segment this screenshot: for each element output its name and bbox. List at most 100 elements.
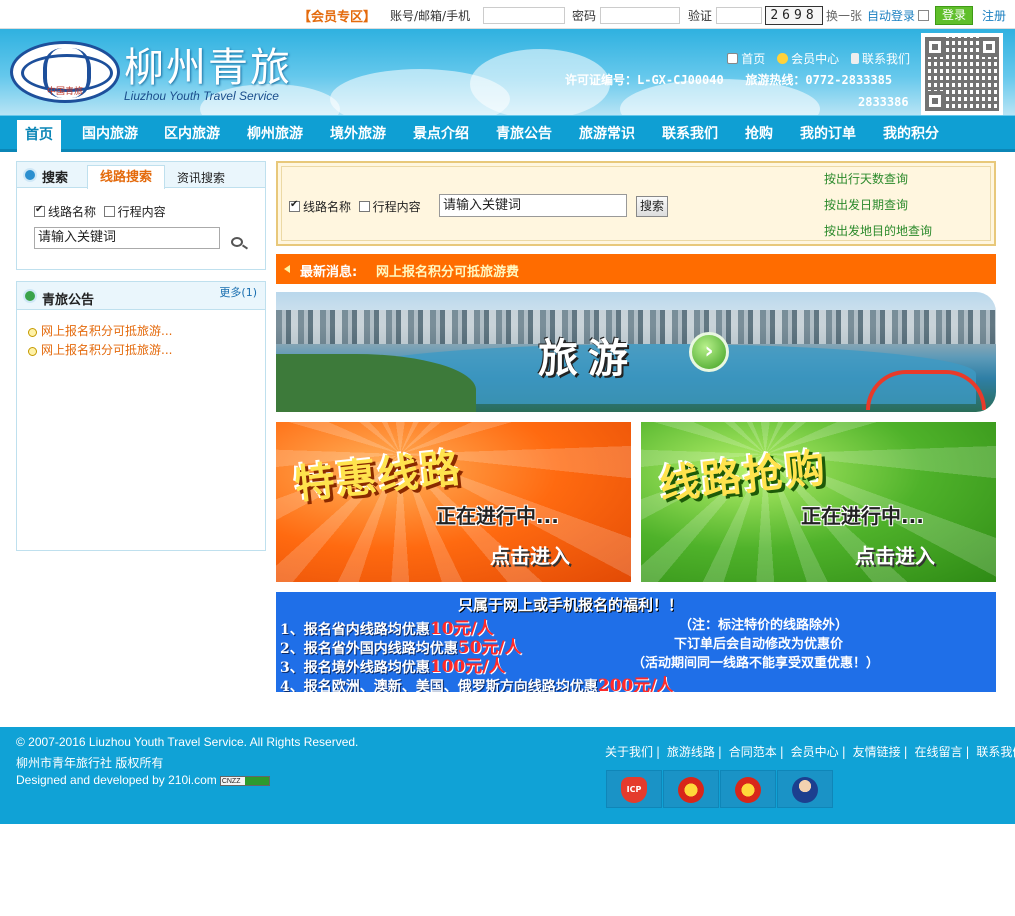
sidebar-search-header: 搜索 线路搜索 资讯搜索 <box>17 162 265 189</box>
offer-line: 4、报名欧洲、澳新、美国、俄罗斯方向线路均优惠200元/人 <box>280 676 674 692</box>
nav-item-flash-sale[interactable]: 抢购 <box>745 116 773 150</box>
icp-shield-icon: ICP <box>621 777 647 803</box>
offer-note: （注：标注特价的线路除外） <box>679 618 849 633</box>
logo-tag: 中国青旅 <box>47 87 84 97</box>
site-header: 中国青旅 柳州青旅 Liuzhou Youth Travel Service 首… <box>0 29 1015 115</box>
query-by-date-link[interactable]: 按出发日期查询 <box>824 196 908 213</box>
main-search-options: 线路名称 行程内容 <box>289 198 421 215</box>
header-link-contact[interactable]: 联系我们 <box>850 52 910 66</box>
cnzz-badge-icon[interactable]: CNZZ <box>219 776 270 786</box>
promo-status: 正在进行中... <box>436 504 559 528</box>
refresh-captcha-link[interactable]: 换一张 <box>826 7 862 24</box>
captcha-input[interactable] <box>716 7 762 24</box>
phone-icon <box>850 53 859 64</box>
tab-route-search[interactable]: 线路搜索 <box>87 165 165 189</box>
promo-flash-sale[interactable]: 线路抢购 正在进行中... 点击进入 <box>641 422 996 582</box>
nav-item-home[interactable]: 首页 <box>17 120 61 154</box>
offer-note: 下订单后会自动修改为优惠价 <box>674 637 844 652</box>
footer-links: 关于我们| 旅游线路| 合同范本| 会员中心| 友情链接| 在线留言| 联系我们 <box>605 743 1015 760</box>
main-route-name-label: 线路名称 <box>303 200 352 214</box>
main-search-input[interactable]: 请输入关键词 <box>439 194 627 217</box>
password-label: 密码 <box>572 9 597 23</box>
main-search-button[interactable]: 搜索 <box>636 196 668 217</box>
footer-developer: Designed and developed by 210i.com CNZZ <box>16 773 270 787</box>
query-by-days-link[interactable]: 按出行天数查询 <box>824 170 908 187</box>
footer-link-routes[interactable]: 旅游线路 <box>667 745 715 759</box>
promo-status: 正在进行中... <box>801 504 924 528</box>
logo-subtitle: Liuzhou Youth Travel Service <box>124 89 279 103</box>
online-offer-banner: 只属于网上或手机报名的福利！！ 1、报名省内线路均优惠10元/人 2、报名省外国… <box>276 592 996 692</box>
auto-login-label[interactable]: 自动登录 <box>867 7 915 24</box>
route-name-checkbox[interactable] <box>34 204 45 217</box>
news-label: 最新消息: <box>300 265 358 280</box>
list-item[interactable]: 网上报名积分可抵旅游... <box>27 341 172 360</box>
police-badge-1[interactable] <box>663 770 719 808</box>
icp-badge[interactable]: ICP <box>606 770 662 808</box>
license-and-hotline: 许可证编号：L-GX-CJ00040 旅游热线：0772-2833385 <box>565 71 892 88</box>
notice-section-icon <box>23 289 37 303</box>
cyber-police-badge[interactable] <box>777 770 833 808</box>
tab-info-search[interactable]: 资讯搜索 <box>177 169 225 186</box>
notice-header: 青旅公告 更多(1) <box>17 282 265 310</box>
register-link[interactable]: 注册 <box>982 7 1006 24</box>
notice-more-link[interactable]: 更多(1) <box>219 284 257 300</box>
nav-item-tips[interactable]: 旅游常识 <box>579 116 635 150</box>
main-nav: 首页 国内旅游 区内旅游 柳州旅游 境外旅游 景点介绍 青旅公告 旅游常识 联系… <box>0 115 1015 154</box>
sidebar-notice-box: 青旅公告 更多(1) 网上报名积分可抵旅游... 网上报名积分可抵旅游... <box>16 281 266 551</box>
arrow-right-icon[interactable]: › <box>689 332 729 372</box>
sidebar-search-title: 搜索 <box>42 171 69 186</box>
nav-item-attractions[interactable]: 景点介绍 <box>413 116 469 150</box>
logo-emblem-icon[interactable]: 中国青旅 <box>10 41 120 103</box>
captcha-image[interactable]: 2698 <box>765 6 823 25</box>
news-message[interactable]: 网上报名积分可抵旅游费 <box>376 261 519 280</box>
nav-item-contact[interactable]: 联系我们 <box>662 116 718 150</box>
footer-link-friends[interactable]: 友情链接 <box>853 745 901 759</box>
account-label: 账号/邮箱/手机 <box>390 9 471 23</box>
itinerary-label: 行程内容 <box>117 205 166 219</box>
header-link-home[interactable]: 首页 <box>727 52 765 66</box>
promo-enter[interactable]: 点击进入 <box>490 540 570 569</box>
police-badge-2[interactable] <box>720 770 776 808</box>
main-route-name-checkbox[interactable] <box>289 199 300 212</box>
nav-item-liuzhou[interactable]: 柳州旅游 <box>247 116 303 150</box>
license-number: 许可证编号：L-GX-CJ00040 <box>565 73 724 87</box>
promo-enter[interactable]: 点击进入 <box>855 540 935 569</box>
cyber-police-icon <box>792 777 818 803</box>
nav-item-overseas[interactable]: 境外旅游 <box>330 116 386 150</box>
nav-item-domestic[interactable]: 国内旅游 <box>82 116 138 150</box>
nav-item-points[interactable]: 我的积分 <box>883 116 939 150</box>
promo-special-routes[interactable]: 特惠线路 正在进行中... 点击进入 <box>276 422 631 582</box>
login-button[interactable]: 登录 <box>935 6 973 25</box>
footer-link-member[interactable]: 会员中心 <box>791 745 839 759</box>
password-input[interactable] <box>600 7 680 24</box>
hotline-secondary: 2833386 <box>858 95 909 109</box>
footer-link-contact[interactable]: 联系我们 <box>976 745 1015 759</box>
cnzz-badge-text: CNZZ <box>221 778 241 785</box>
sidebar-search-box: 搜索 线路搜索 资讯搜索 线路名称 行程内容 请输入关键词 <box>16 161 266 270</box>
header-link-member[interactable]: 会员中心 <box>777 52 839 66</box>
footer-copyright: © 2007-2016 Liuzhou Youth Travel Service… <box>16 735 359 749</box>
logo-title[interactable]: 柳州青旅 <box>124 45 292 91</box>
list-item[interactable]: 网上报名积分可抵旅游... <box>27 322 172 341</box>
header-links: 首页 会员中心 联系我们 <box>719 50 910 67</box>
nav-item-orders[interactable]: 我的订单 <box>800 116 856 150</box>
footer-link-about[interactable]: 关于我们 <box>605 745 653 759</box>
news-bar: 最新消息: 网上报名积分可抵旅游费 <box>276 254 996 284</box>
footer-link-message[interactable]: 在线留言 <box>914 745 962 759</box>
nav-item-regional[interactable]: 区内旅游 <box>164 116 220 150</box>
auto-login-checkbox[interactable] <box>918 10 929 21</box>
nav-item-notices[interactable]: 青旅公告 <box>496 116 552 150</box>
member-zone-label: 【会员专区】 <box>298 10 377 25</box>
footer-link-contracts[interactable]: 合同范本 <box>729 745 777 759</box>
police-emblem-icon <box>678 777 704 803</box>
developer-link[interactable]: Designed and developed by 210i.com <box>16 773 217 787</box>
main-itinerary-checkbox[interactable] <box>358 201 370 212</box>
banner-title: 旅游 <box>538 335 638 382</box>
account-input[interactable] <box>483 7 565 24</box>
sidebar-search-input[interactable]: 请输入关键词 <box>34 227 220 249</box>
itinerary-checkbox[interactable] <box>103 206 115 217</box>
offer-note: （活动期间同一线路不能享受双重优惠！） <box>632 656 880 671</box>
search-icon[interactable] <box>231 237 243 247</box>
travel-banner[interactable]: 旅游 › <box>276 292 996 412</box>
query-by-destination-link[interactable]: 按出发地目的地查询 <box>824 222 932 239</box>
